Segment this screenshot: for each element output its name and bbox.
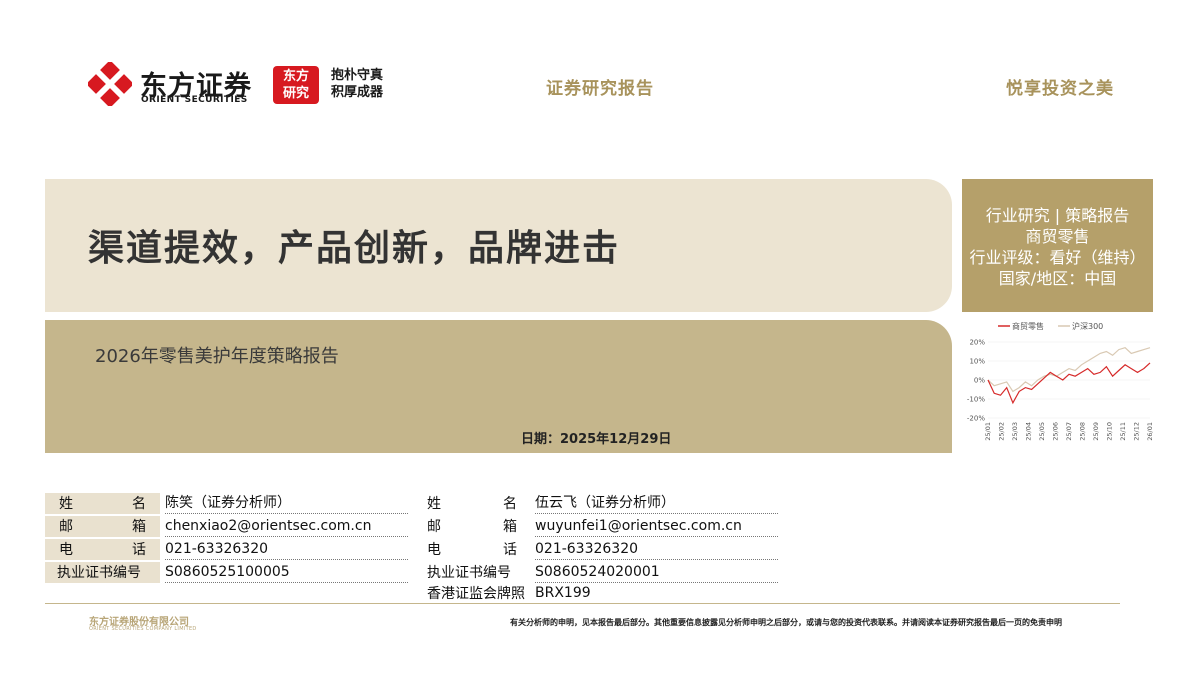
analyst-1-phone: 021-63326320 — [165, 540, 408, 560]
info-region: 国家/地区：中国 — [998, 269, 1117, 288]
analyst-2-phone: 021-63326320 — [535, 540, 778, 560]
analyst-2-cert: S0860524020001 — [535, 563, 778, 583]
x-tick-label: 25/10 — [1106, 422, 1114, 441]
motto: 抱朴守真 积厚成器 — [331, 67, 383, 101]
analyst-1-cert: S0860525100005 — [165, 563, 408, 583]
series-line-benchmark — [987, 347, 1151, 393]
header-report-type: 证券研究报告 — [546, 79, 654, 99]
analyst-1-email[interactable]: chenxiao2@orientsec.com.cn — [165, 517, 408, 537]
report-title: 渠道提效，产品创新，品牌进击 — [88, 228, 621, 269]
analyst-2-email-label: 邮箱 — [427, 519, 517, 535]
research-badge: 东方 研究 — [273, 66, 319, 104]
motto-line-2: 积厚成器 — [331, 85, 384, 100]
chart-legend: 商贸零售 沪深300 — [998, 321, 1103, 331]
y-tick-label: 20% — [969, 339, 985, 347]
y-tick-label: -10% — [967, 396, 985, 404]
analyst-1-name: 陈笑（证券分析师） — [165, 494, 408, 514]
analyst-2-phone-label: 电话 — [427, 542, 517, 558]
x-tick-label: 25/01 — [984, 422, 992, 441]
header-slogan: 悦享投资之美 — [1006, 79, 1114, 99]
badge-line-1: 东方 — [282, 69, 309, 84]
analyst-2-hk-license: BRX199 — [535, 585, 591, 601]
report-subtitle: 2026年零售美护年度策略报告 — [95, 346, 339, 367]
performance-chart: 商贸零售 沪深300 20% 10% 0% -10% -20% 25/01 25/02 25/… — [967, 321, 1154, 441]
analyst-2-name-label: 姓名 — [427, 496, 517, 512]
x-tick-label: 25/06 — [1052, 422, 1060, 441]
footer-company-en: ORIENT SECURITIES COMPANY LIMITED — [89, 626, 197, 632]
x-tick-label: 25/03 — [1011, 422, 1019, 441]
analyst-2-name: 伍云飞（证券分析师） — [535, 494, 778, 514]
x-tick-label: 25/04 — [1025, 422, 1033, 441]
analyst-1-name-label: 姓名 — [45, 493, 160, 514]
analyst-2-email[interactable]: wuyunfei1@orientsec.com.cn — [535, 517, 778, 537]
legend-label: 沪深300 — [1072, 321, 1103, 331]
x-tick-label: 26/01 — [1146, 422, 1154, 441]
footer-divider — [45, 603, 1120, 604]
y-tick-label: 0% — [974, 377, 985, 385]
subtitle-panel — [45, 320, 952, 453]
orient-logo-icon — [88, 62, 132, 106]
legend-label: 商贸零售 — [1012, 321, 1044, 331]
x-tick-label: 25/09 — [1092, 422, 1100, 441]
analyst-2-cert-label: 执业证书编号 — [427, 565, 511, 581]
x-tick-label: 25/05 — [1038, 422, 1046, 441]
x-tick-label: 25/02 — [998, 422, 1006, 441]
y-tick-label: 10% — [969, 358, 985, 366]
industry-info-box: 行业研究 | 策略报告 商贸零售 行业评级：看好（维持） 国家/地区：中国 — [962, 179, 1153, 312]
footer-disclaimer: 有关分析师的申明，见本报告最后部分。其他重要信息披露见分析师申明之后部分，或请与… — [510, 618, 1062, 627]
x-tick-label: 25/12 — [1133, 422, 1141, 441]
x-tick-label: 25/07 — [1065, 422, 1073, 441]
analyst-1-cert-label: 执业证书编号 — [45, 562, 160, 583]
analyst-1-email-label: 邮箱 — [45, 516, 160, 537]
x-tick-label: 25/11 — [1119, 422, 1127, 441]
analyst-2-hk-label: 香港证监会牌照 — [427, 586, 525, 602]
badge-line-2: 研究 — [282, 86, 309, 101]
motto-line-1: 抱朴守真 — [331, 68, 384, 83]
y-tick-label: -20% — [967, 415, 985, 423]
x-tick-label: 25/08 — [1079, 422, 1087, 441]
report-date: 日期：2025年12月29日 — [521, 432, 672, 447]
analyst-1-phone-label: 电话 — [45, 539, 160, 560]
brand-name-en: ORIENT SECURITIES — [141, 95, 248, 105]
